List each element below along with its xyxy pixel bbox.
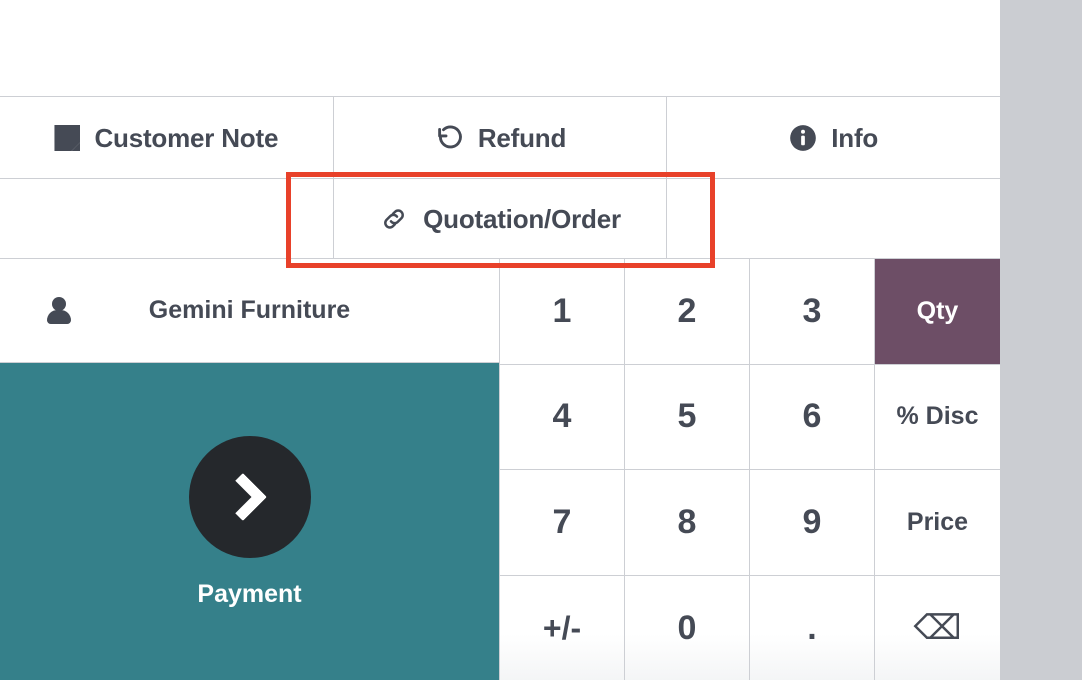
refund-label: Refund (477, 122, 567, 153)
lower-section: Gemini Furniture Payment 1 2 3 Qty 4 5 6… (0, 258, 1000, 680)
numpad-key-3[interactable]: 3 (750, 259, 875, 365)
payment-label: Payment (197, 579, 302, 608)
payment-button[interactable]: Payment (0, 363, 499, 680)
numpad-key-decimal[interactable]: . (750, 575, 875, 680)
quotation-order-label: Quotation/Order (423, 203, 621, 234)
numpad-key-price[interactable]: Price (875, 470, 1000, 576)
customer-button[interactable]: Gemini Furniture (0, 259, 499, 363)
numpad-key-discount[interactable]: % Disc (875, 364, 1000, 470)
customer-note-label: Customer Note (94, 122, 279, 153)
numpad-key-2[interactable]: 2 (625, 259, 750, 365)
numpad-key-plus-minus[interactable]: +/- (500, 575, 625, 680)
info-label: Info (831, 122, 879, 153)
pos-screen: Customer Note Refund Info Quotation/Orde… (0, 0, 1082, 680)
customer-note-button[interactable]: Customer Note (0, 97, 334, 179)
numpad-key-4[interactable]: 4 (500, 364, 625, 470)
backspace-icon[interactable]: ⌫ (875, 575, 1000, 680)
numpad-key-0[interactable]: 0 (625, 575, 750, 680)
right-gutter (1000, 0, 1082, 680)
numpad-key-1[interactable]: 1 (500, 259, 625, 365)
action-button-row-1: Customer Note Refund Info (0, 96, 1001, 179)
numpad-key-6[interactable]: 6 (750, 364, 875, 470)
info-button[interactable]: Info (667, 97, 1001, 179)
payment-circle (188, 435, 311, 558)
left-pane: Gemini Furniture Payment (0, 259, 500, 680)
link-chain-icon (379, 204, 409, 234)
empty-slot-right (667, 179, 1001, 259)
customer-avatar-slot (0, 296, 118, 325)
note-icon (54, 125, 81, 151)
refund-rotate-left-icon (434, 123, 464, 153)
numpad-key-qty[interactable]: Qty (875, 259, 1000, 365)
chevron-right-icon (218, 472, 267, 521)
empty-slot-left (0, 179, 334, 259)
numpad-key-7[interactable]: 7 (500, 470, 625, 576)
pos-content-panel: Customer Note Refund Info Quotation/Orde… (0, 0, 1001, 680)
person-icon (47, 296, 71, 325)
numpad-key-8[interactable]: 8 (625, 470, 750, 576)
refund-button[interactable]: Refund (333, 97, 668, 179)
numpad-key-5[interactable]: 5 (625, 364, 750, 470)
numpad: 1 2 3 Qty 4 5 6 % Disc 7 8 9 Price +/- 0… (500, 259, 1000, 680)
info-circle-icon (789, 124, 817, 152)
action-button-row-2: Quotation/Order (0, 178, 1001, 259)
quotation-order-button[interactable]: Quotation/Order (333, 179, 668, 259)
customer-name-label: Gemini Furniture (148, 296, 351, 324)
numpad-key-9[interactable]: 9 (750, 470, 875, 576)
